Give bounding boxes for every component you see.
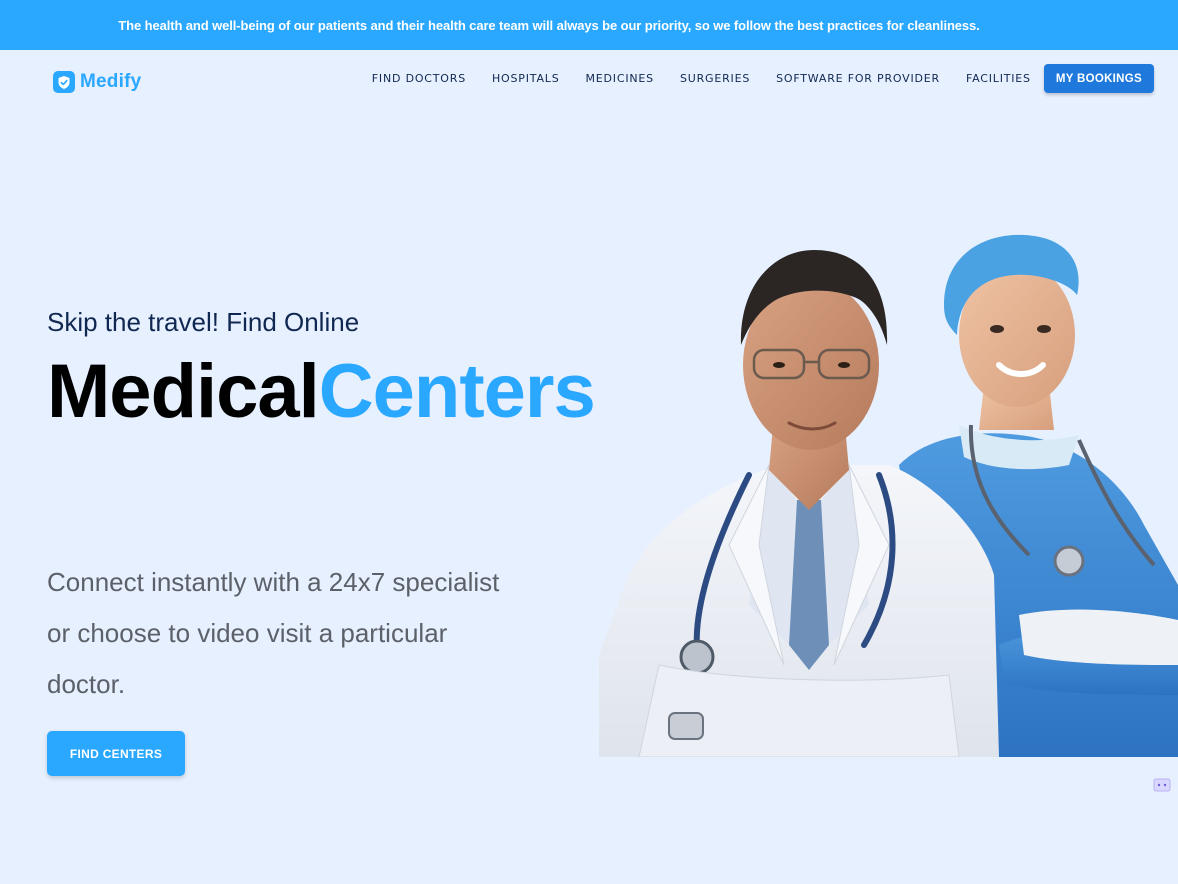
doctor-and-nurse-photo	[599, 225, 1178, 757]
hero-title-dark: Medical	[47, 349, 320, 434]
nav-surgeries[interactable]: Surgeries	[680, 72, 750, 85]
find-centers-label: Find Centers	[69, 746, 163, 761]
chat-widget-icon[interactable]	[1148, 770, 1176, 800]
nav-software-for-provider[interactable]: Software for Provider	[776, 72, 940, 85]
nav-links: Find Doctors Hospitals Medicines Surgeri…	[372, 64, 1154, 93]
hero-subtitle: Skip the travel! Find Online	[47, 307, 360, 337]
nav-facilities[interactable]: Facilities	[966, 72, 1031, 85]
find-centers-button[interactable]: Find Centers	[47, 731, 185, 776]
brand-name: Medify	[80, 71, 142, 92]
nav-find-doctors[interactable]: Find Doctors	[372, 72, 466, 85]
my-bookings-label: My Bookings	[1055, 72, 1142, 85]
navbar: Medify Find Doctors Hospitals Medicines …	[0, 50, 1178, 112]
announcement-bar: The health and well-being of our patient…	[0, 0, 1178, 50]
nav-medicines[interactable]: Medicines	[585, 72, 653, 85]
announcement-text: The health and well-being of our patient…	[118, 17, 980, 33]
nav-hospitals[interactable]: Hospitals	[492, 72, 560, 85]
my-bookings-button[interactable]: My Bookings	[1043, 64, 1154, 93]
hero-title: MedicalCenters	[47, 349, 596, 434]
doctor-figure	[599, 250, 999, 757]
shield-check-icon	[53, 71, 75, 93]
hero-title-accent: Centers	[318, 349, 596, 434]
logo[interactable]: Medify	[53, 70, 141, 94]
hero-description: Connect instantly with a 24x7 specialist…	[47, 567, 500, 699]
